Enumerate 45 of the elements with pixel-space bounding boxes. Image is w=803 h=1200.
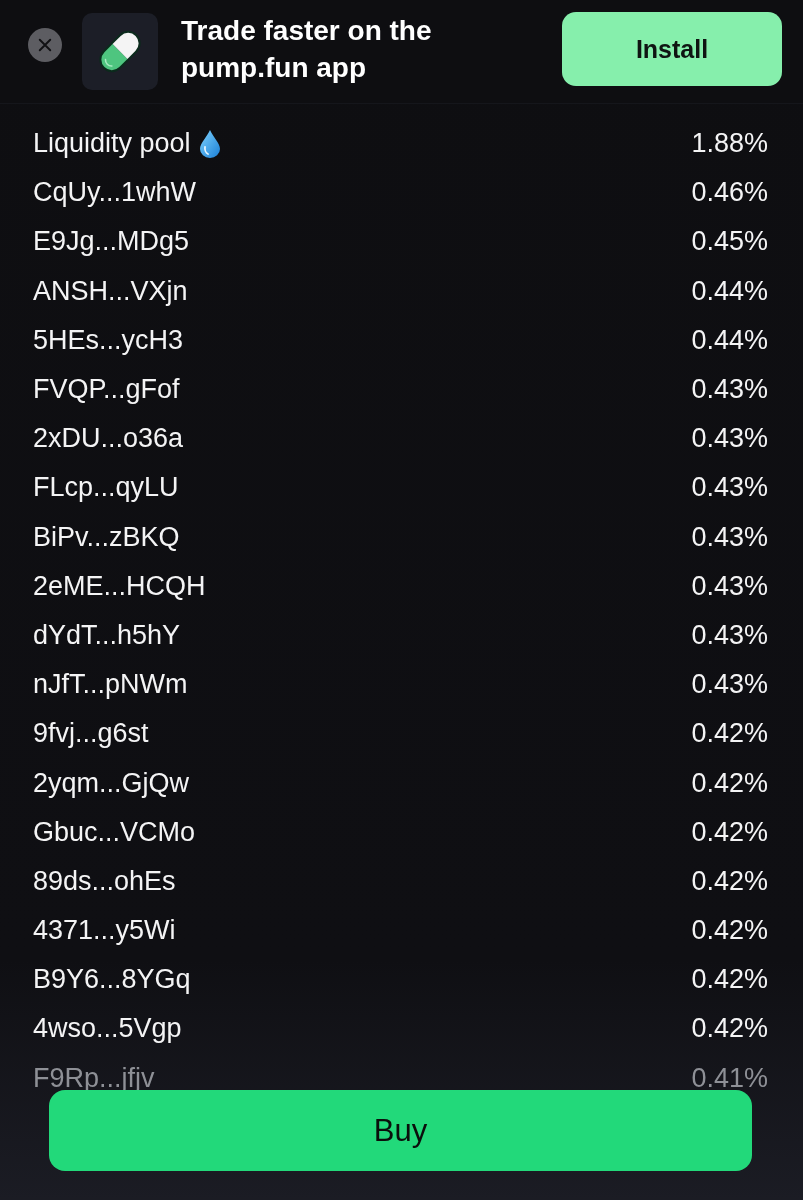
close-icon xyxy=(38,37,52,52)
wallet-address[interactable]: E9Jg...MDg5 xyxy=(33,226,190,258)
close-button[interactable] xyxy=(28,27,62,62)
water-drop-icon xyxy=(199,129,220,158)
holding-percent: 0.43% xyxy=(691,472,768,504)
wallet-address[interactable]: BiPv...zBKQ xyxy=(33,521,180,553)
holding-percent: 1.88% xyxy=(691,128,768,160)
holding-percent: 0.42% xyxy=(691,915,768,947)
holding-percent: 0.43% xyxy=(691,570,768,602)
holding-percent: 0.46% xyxy=(691,177,768,209)
holding-percent: 0.43% xyxy=(691,521,768,553)
holding-percent: 0.42% xyxy=(691,816,768,848)
holding-percent: 0.42% xyxy=(691,718,768,750)
wallet-address[interactable]: Gbuc...VCMo xyxy=(33,816,196,848)
holding-percent: 0.42% xyxy=(691,1013,768,1045)
holder-label: Liquidity pool xyxy=(33,128,191,160)
holding-percent: 0.43% xyxy=(691,619,768,651)
holding-percent: 0.43% xyxy=(691,423,768,455)
wallet-address[interactable]: CqUy...1whW xyxy=(33,177,197,209)
wallet-address[interactable]: FVQP...gFof xyxy=(33,374,180,406)
wallet-address[interactable]: 4371...y5Wi xyxy=(33,915,176,947)
buy-button[interactable]: Buy xyxy=(49,1090,752,1171)
wallet-address[interactable]: 89ds...ohEs xyxy=(33,865,176,897)
holding-percent: 0.42% xyxy=(691,964,768,996)
holding-percent: 0.42% xyxy=(691,767,768,799)
wallet-address[interactable]: B9Y6...8YGq xyxy=(33,964,191,996)
wallet-address[interactable]: 2yqm...GjQw xyxy=(33,767,190,799)
holding-percent: 0.43% xyxy=(691,374,768,406)
wallet-address[interactable]: nJfT...pNWm xyxy=(33,669,188,701)
pill-app-icon xyxy=(82,12,158,90)
wallet-address[interactable]: 5HEs...ycH3 xyxy=(33,324,184,356)
wallet-address[interactable]: 9fvj...g6st xyxy=(33,718,149,750)
holding-percent: 0.42% xyxy=(691,865,768,897)
wallet-address[interactable]: 2xDU...o36a xyxy=(33,423,184,455)
holding-percent: 0.44% xyxy=(691,275,768,307)
holding-percent: 0.43% xyxy=(691,669,768,701)
wallet-address[interactable]: ANSH...VXjn xyxy=(33,275,188,307)
banner-title: Trade faster on the pump.fun app xyxy=(181,14,433,85)
wallet-address[interactable]: 4wso...5Vgp xyxy=(33,1013,182,1045)
wallet-address[interactable]: FLcp...qyLU xyxy=(33,472,179,504)
holding-percent: 0.45% xyxy=(691,226,768,258)
holding-percent: 0.44% xyxy=(691,324,768,356)
wallet-address[interactable]: 2eME...HCQH xyxy=(33,570,206,602)
wallet-address[interactable]: dYdT...h5hY xyxy=(33,619,181,651)
install-button[interactable]: Install xyxy=(562,12,782,86)
